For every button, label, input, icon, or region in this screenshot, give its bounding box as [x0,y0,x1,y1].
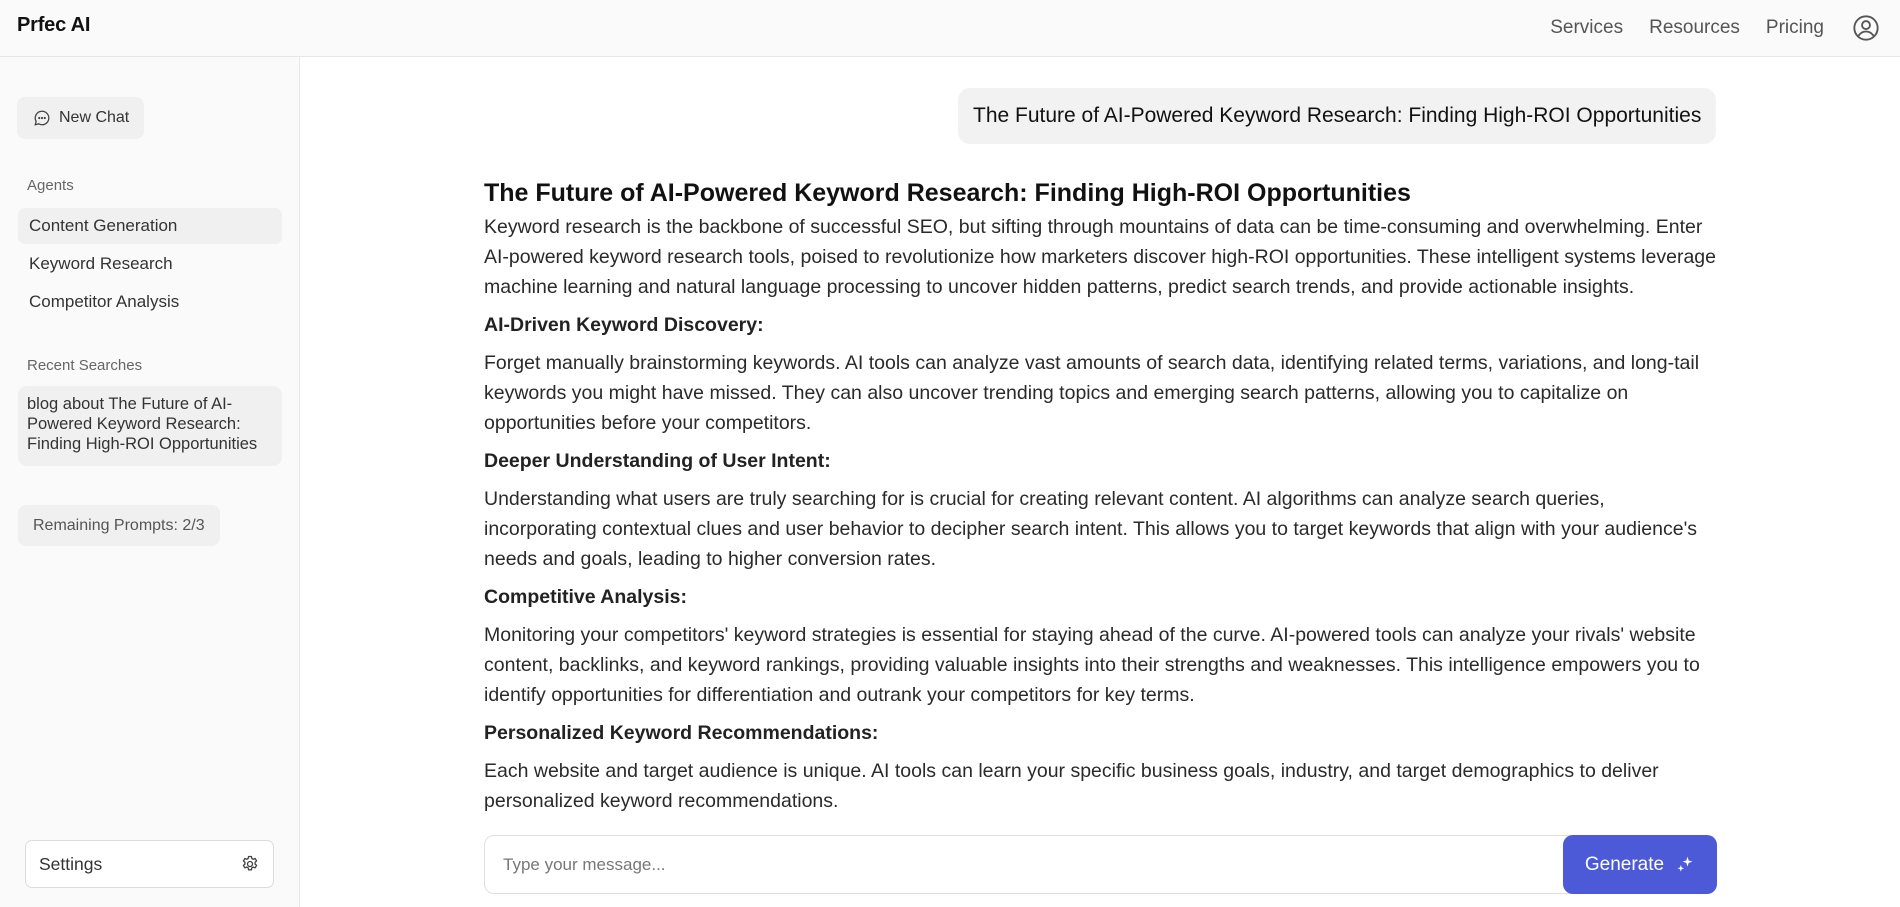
section-heading: Deeper Understanding of User Intent: [484,450,831,472]
top-bar: Prfec AI Services Resources Pricing [0,0,1900,57]
new-chat-button[interactable]: New Chat [17,97,145,139]
response-title: The Future of AI-Powered Keyword Researc… [484,179,1411,207]
nav-link-resources[interactable]: Resources [1649,17,1740,39]
generate-label: Generate [1584,853,1665,875]
app-logo[interactable]: Prfec AI [17,14,90,37]
message-input[interactable] [503,836,1553,893]
ai-response: The Future of AI-Powered Keyword Researc… [484,177,1720,838]
generate-button[interactable]: Generate [1563,835,1717,894]
section-heading: AI-Driven Keyword Discovery: [484,314,764,336]
chat-bubble-icon [34,110,50,126]
gear-icon [242,855,258,871]
nav-link-pricing[interactable]: Pricing [1766,17,1824,39]
section-body: Understanding what users are truly searc… [484,488,1698,570]
recent-searches-heading: Recent Searches [27,357,143,374]
top-nav: Services Resources Pricing [1550,0,1900,56]
user-circle-icon[interactable] [1852,14,1880,42]
section-body: Each website and target audience is uniq… [484,760,1659,812]
agents-heading: Agents [27,177,74,194]
section-body: Monitoring your competitors' keyword str… [484,624,1700,706]
nav-link-services[interactable]: Services [1550,17,1623,39]
sidebar: New Chat Agents Content Generation Keywo… [0,57,300,907]
sidebar-item-content-generation[interactable]: Content Generation [18,208,282,244]
sidebar-item-competitor-analysis[interactable]: Competitor Analysis [18,284,282,320]
section-heading: Competitive Analysis: [484,586,687,608]
section-body: Forget manually brainstorming keywords. … [484,352,1700,434]
section-heading: Personalized Keyword Recommendations: [484,722,879,744]
sidebar-item-keyword-research[interactable]: Keyword Research [18,246,282,282]
new-chat-label: New Chat [59,109,130,126]
recent-search-item[interactable]: blog about The Future of AI-Powered Keyw… [18,386,282,466]
remaining-prompts-badge: Remaining Prompts: 2/3 [18,505,220,546]
message-composer: Generate [484,835,1717,894]
user-message-bubble: The Future of AI-Powered Keyword Researc… [958,88,1716,144]
sparkle-icon [1677,856,1693,872]
response-intro: Keyword research is the backbone of succ… [484,216,1716,298]
settings-button[interactable]: Settings [25,840,274,888]
settings-label: Settings [39,853,103,874]
